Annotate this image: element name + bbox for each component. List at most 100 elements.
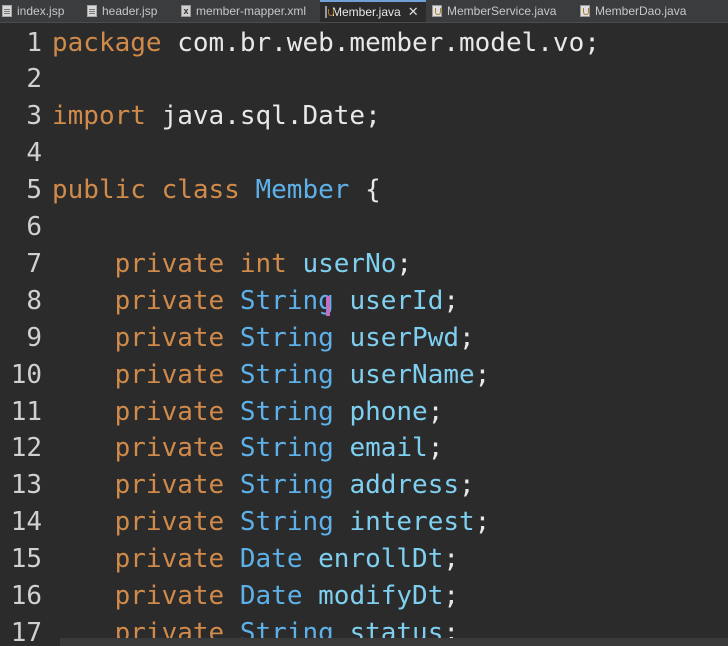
editor-tab-bar: index.jsp header.jsp x member-mapper.xml… xyxy=(0,0,728,23)
code-line[interactable]: 3 import java.sql.Date; xyxy=(0,98,728,135)
code-token: ; xyxy=(474,507,491,538)
code-text: private String email; xyxy=(52,433,444,464)
code-token: userPwd xyxy=(349,322,460,353)
line-number: 5 xyxy=(26,175,42,206)
code-text: private String userId; xyxy=(52,286,459,316)
java-file-icon xyxy=(432,5,442,17)
code-token: email xyxy=(349,433,428,464)
java-file-icon xyxy=(325,6,334,18)
line-number: 17 xyxy=(10,617,42,646)
code-text: private String userName; xyxy=(52,359,491,390)
tab-label: index.jsp xyxy=(17,4,65,18)
code-token: private xyxy=(114,396,240,427)
line-number: 2 xyxy=(26,64,42,95)
code-token: private xyxy=(114,507,240,538)
code-token: String xyxy=(239,285,350,316)
tab-member-dao-java[interactable]: MemberDao.java xyxy=(572,0,728,22)
code-line[interactable]: 10 private String userName; xyxy=(0,356,728,393)
code-text: private String phone; xyxy=(52,396,444,427)
line-number: 7 xyxy=(26,248,42,279)
code-line[interactable]: 14 private String interest; xyxy=(0,504,728,541)
tab-member-mapper-xml[interactable]: x member-mapper.xml xyxy=(177,0,320,22)
code-token: String xyxy=(239,470,350,501)
code-line[interactable]: 4 xyxy=(0,135,728,172)
code-token: userId xyxy=(349,285,444,316)
line-number: 16 xyxy=(10,581,42,611)
tab-index-jsp[interactable]: index.jsp xyxy=(0,0,83,22)
code-text: private String interest; xyxy=(52,507,491,538)
xml-file-icon: x xyxy=(181,5,191,17)
line-number: 4 xyxy=(26,138,42,169)
code-token: String xyxy=(239,322,350,353)
code-token: enrollDt xyxy=(318,544,444,575)
code-text: private Date enrollDt; xyxy=(52,544,459,574)
code-line[interactable]: 5 public class Member { xyxy=(0,172,728,209)
tab-member-service-java[interactable]: MemberService.java xyxy=(426,0,572,22)
code-line[interactable]: 8 private String userId; xyxy=(0,282,728,319)
code-token: private xyxy=(114,433,240,464)
code-text: private String address; xyxy=(52,470,475,500)
code-token: private xyxy=(114,581,240,611)
code-token: ; xyxy=(443,544,460,575)
line-number: 14 xyxy=(10,507,42,538)
code-token: Date xyxy=(239,544,319,575)
code-token: ; xyxy=(459,322,475,353)
code-token: Member xyxy=(255,175,350,206)
line-number: 1 xyxy=(26,27,42,58)
code-token: ; xyxy=(443,285,460,316)
line-number: 13 xyxy=(10,470,42,501)
close-icon[interactable]: ✕ xyxy=(408,4,419,20)
line-number: 11 xyxy=(10,396,42,427)
code-token: private xyxy=(114,285,240,316)
code-token: private xyxy=(114,470,240,501)
java-file-icon xyxy=(580,5,590,17)
code-line[interactable]: 13 private String address; xyxy=(0,467,728,504)
code-token: ; xyxy=(427,396,444,427)
text-cursor xyxy=(326,296,330,316)
tab-label: member-mapper.xml xyxy=(196,4,307,18)
file-icon xyxy=(2,5,12,17)
code-token: private xyxy=(114,322,240,353)
tab-label: MemberDao.java xyxy=(595,4,687,18)
code-token: interest xyxy=(349,507,475,538)
code-line[interactable]: 2 xyxy=(0,61,728,98)
code-line[interactable]: 1 package com.br.web.member.model.vo; xyxy=(0,24,728,61)
line-number: 8 xyxy=(26,285,42,316)
code-text: package com.br.web.member.model.vo; xyxy=(52,28,600,58)
code-token: userNo xyxy=(302,248,397,279)
code-line[interactable]: 15 private Date enrollDt; xyxy=(0,541,728,578)
horizontal-scrollbar[interactable] xyxy=(60,638,728,646)
code-line[interactable]: 11 private String phone; xyxy=(0,393,728,430)
line-number: 15 xyxy=(10,544,42,575)
code-line[interactable]: 7 private int userNo; xyxy=(0,245,728,282)
code-token: package xyxy=(52,27,162,58)
code-token: String xyxy=(239,507,350,538)
code-token: address xyxy=(349,470,460,501)
line-number: 10 xyxy=(10,359,42,390)
code-text: import java.sql.Date; xyxy=(52,101,381,131)
code-editor[interactable]: 1 package com.br.web.member.model.vo; 2 3 im… xyxy=(0,23,728,646)
file-icon xyxy=(87,5,97,17)
code-line[interactable]: 6 xyxy=(0,209,728,246)
tab-member-java[interactable]: Member.java ✕ xyxy=(320,0,426,22)
tab-header-jsp[interactable]: header.jsp xyxy=(83,0,177,22)
code-line[interactable]: 12 private String email; xyxy=(0,430,728,467)
code-line[interactable]: 16 private Date modifyDt; xyxy=(0,578,728,615)
code-token: ; xyxy=(396,248,413,279)
code-line[interactable]: 9 private String userPwd; xyxy=(0,319,728,356)
code-text: private Date modifyDt; xyxy=(52,581,459,611)
code-text: public class Member { xyxy=(52,175,381,205)
code-token: ; xyxy=(427,433,444,464)
code-token: public class xyxy=(52,175,256,206)
code-text: private String userPwd; xyxy=(52,323,475,353)
code-token: ; xyxy=(474,359,491,390)
tab-label: Member.java xyxy=(332,5,401,19)
code-token: String xyxy=(239,359,350,390)
line-number: 12 xyxy=(10,433,42,464)
